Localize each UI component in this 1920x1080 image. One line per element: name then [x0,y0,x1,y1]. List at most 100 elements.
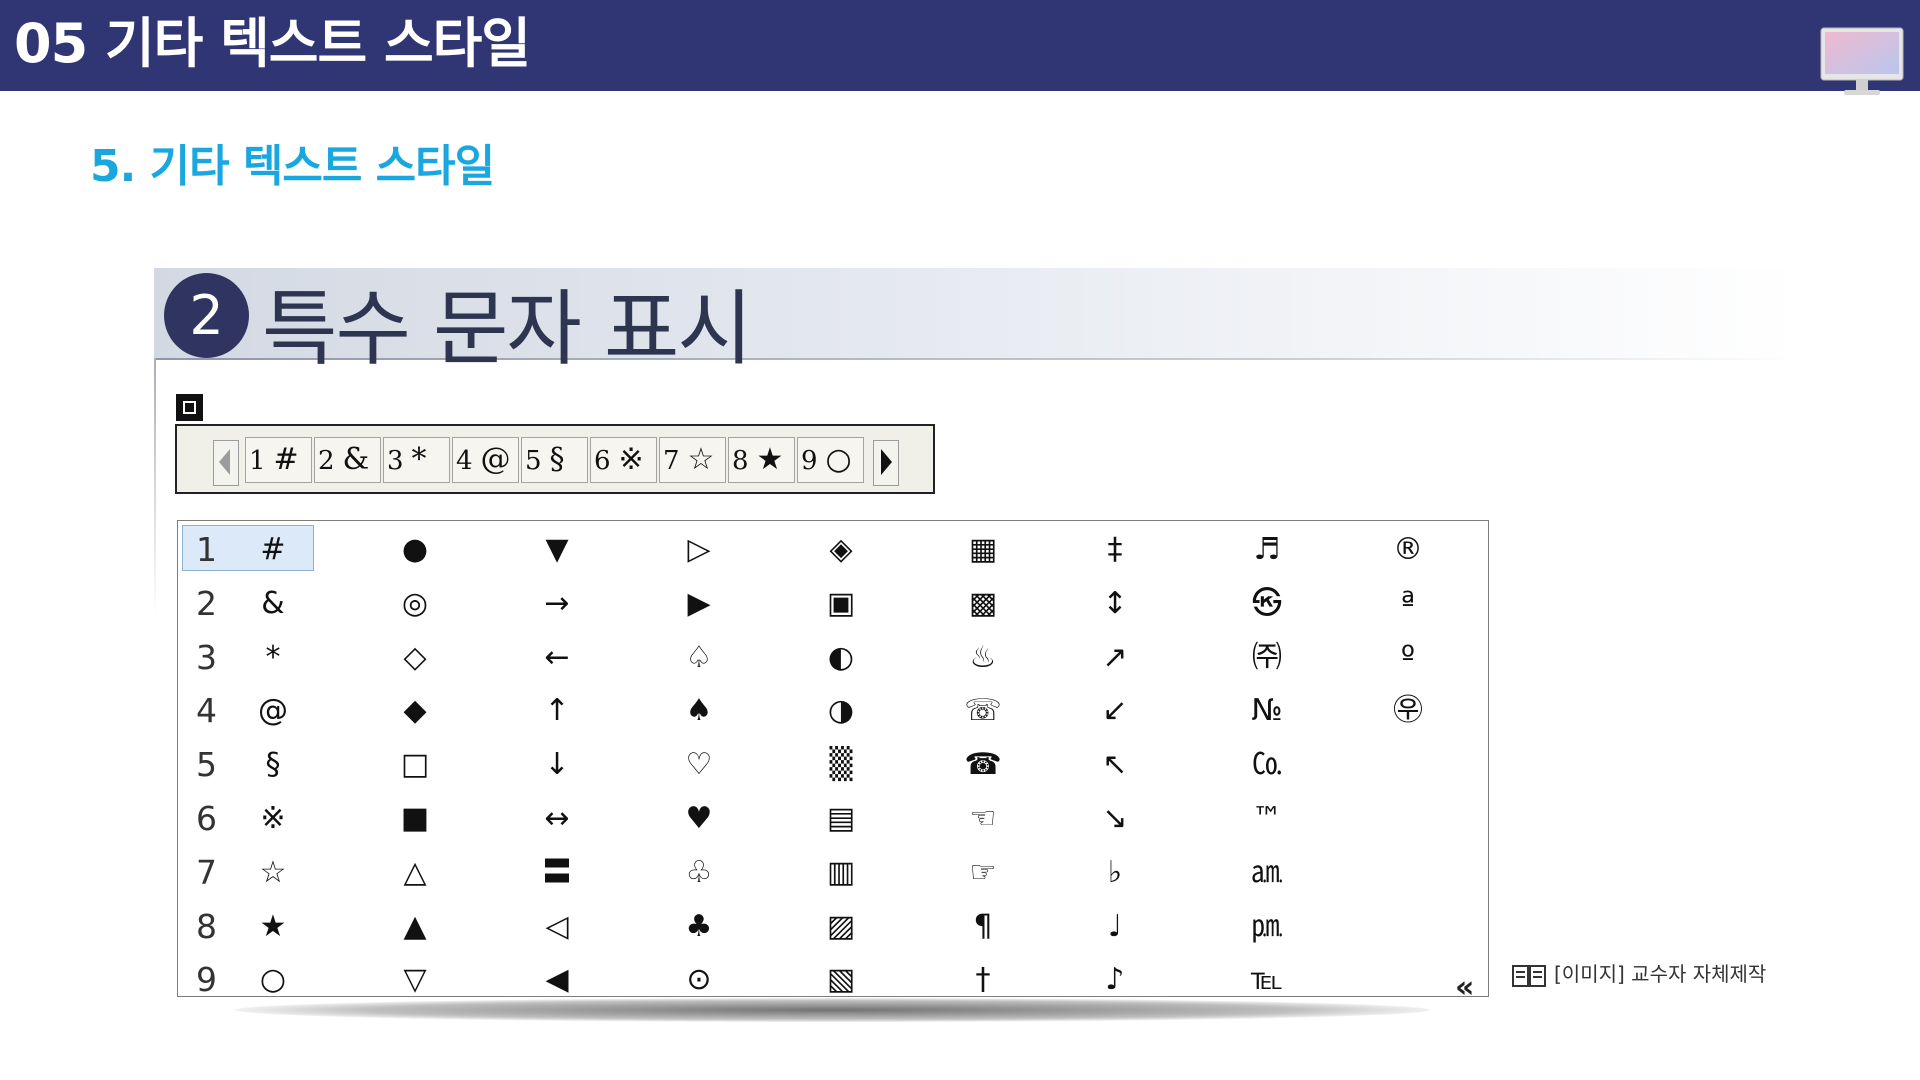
symbol-cell[interactable]: ♨ [953,638,1013,678]
symbol-cell[interactable]: ▽ [385,960,445,1000]
symbol-cell[interactable]: ☜ [953,799,1013,839]
toolbar-cell-number: 4 [456,446,473,476]
symbol-cell[interactable]: ◎ [385,584,445,624]
symbol-cell[interactable]: ▷ [669,530,729,570]
toolbar-cell-symbol: ※ [618,442,644,477]
symbol-cell[interactable]: ▶ [669,584,729,624]
symbol-cell[interactable]: ♠ [669,691,729,731]
symbol-cell[interactable]: ← [527,638,587,678]
symbol-cell[interactable]: ㉾ [1378,691,1438,731]
symbol-cell[interactable]: ㏘ [1237,907,1297,947]
symbol-cell[interactable]: ▧ [811,960,871,1000]
symbol-cell[interactable]: ♪ [1085,960,1145,1000]
symbol-cell[interactable]: ■ [385,799,445,839]
symbol-cell[interactable]: ↖ [1085,745,1145,785]
symbol-cell[interactable]: ™ [1237,799,1297,839]
toolbar-cell[interactable]: 6 ※ [590,437,657,483]
toolbar-cell[interactable]: 4 @ [452,437,519,483]
symbol-cell[interactable]: ▲ [385,907,445,947]
symbol-cell[interactable]: ☏ [953,691,1013,731]
symbol-cell[interactable]: * [243,638,303,678]
toolbar-cell[interactable]: 7 ☆ [659,437,726,483]
toolbar-cell[interactable]: 1 # [245,437,312,483]
symbol-cell[interactable]: ☆ [243,853,303,893]
symbol-cell[interactable]: ♣ [669,907,729,947]
symbol-cell[interactable]: ↔ [527,799,587,839]
toolbar-cell[interactable]: 9 ○ [797,437,864,483]
symbol-cell[interactable]: ▩ [953,584,1013,624]
toolbar-cell[interactable]: 8 ★ [728,437,795,483]
toolbar-cell[interactable]: 5 § [521,437,588,483]
symbol-cell[interactable]: ♤ [669,638,729,678]
symbol-cell[interactable]: ◑ [811,691,871,731]
symbol-cell[interactable]: ♧ [669,853,729,893]
collapse-button[interactable]: « [1455,970,1474,1005]
symbol-cell[interactable]: ↗ [1085,638,1145,678]
symbol-cell[interactable]: # [243,530,303,570]
toolbar-cell[interactable]: 3 * [383,437,450,483]
symbol-cell[interactable]: ▣ [811,584,871,624]
toolbar-cell[interactable]: 2 & [314,437,381,483]
symbol-cell[interactable]: ▤ [811,799,871,839]
symbol-cell[interactable]: ◐ [811,638,871,678]
symbol-cell[interactable]: ◁ [527,907,587,947]
symbol-cell[interactable]: ⊙ [669,960,729,1000]
symbol-cell[interactable]: † [953,960,1013,1000]
symbol-cell[interactable]: ↙ [1085,691,1145,731]
symbol-cell[interactable]: & [243,584,303,624]
symbol-cell[interactable]: ▥ [811,853,871,893]
symbol-cell[interactable]: ℡ [1237,960,1297,1000]
symbol-cell[interactable]: ♭ [1085,853,1145,893]
toolbar-cell-number: 7 [663,446,680,476]
symbol-cell[interactable]: ↑ [527,691,587,731]
symbol-cell[interactable]: ㏇ [1237,745,1297,785]
symbol-cell[interactable]: → [527,584,587,624]
symbol-cell[interactable]: @ [243,691,303,731]
row-number: 2 [196,583,217,623]
symbol-cell[interactable]: ◆ [385,691,445,731]
symbol-cell[interactable]: ▒ [811,745,871,785]
symbol-cell[interactable]: ® [1378,530,1438,570]
toolbar-cell-number: 8 [732,446,749,476]
toolbar-cell-symbol: ☆ [687,442,715,477]
symbol-cell[interactable]: № [1237,691,1297,731]
symbol-cell[interactable]: △ [385,853,445,893]
symbol-cell[interactable]: ☎ [953,745,1013,785]
divider [154,358,156,618]
symbol-cell[interactable]: ¶ [953,907,1013,947]
symbol-cell[interactable]: ♩ [1085,907,1145,947]
row-number: 1 [196,530,217,569]
left-arrow-icon[interactable] [213,440,239,486]
symbol-cell[interactable]: ª [1378,584,1438,624]
symbol-cell[interactable]: ▼ [527,530,587,570]
symbol-cell[interactable]: ↕ [1085,584,1145,624]
symbol-cell[interactable]: ● [385,530,445,570]
symbol-cell[interactable]: ◈ [811,530,871,570]
symbol-cell[interactable]: ○ [243,960,303,1000]
symbol-cell[interactable]: □ [385,745,445,785]
symbol-cell[interactable]: ▦ [953,530,1013,570]
symbol-cell[interactable]: ㈜ [1237,638,1297,678]
symbol-cell[interactable]: ♡ [669,745,729,785]
symbol-cell[interactable]: ↘ [1085,799,1145,839]
toolbar-cell-symbol: ○ [825,442,852,477]
symbol-cell[interactable]: 〓 [527,853,587,893]
symbol-cell[interactable]: ㉿ [1237,584,1297,624]
symbol-cell[interactable]: ㏂ [1237,853,1297,893]
symbol-cell[interactable]: ▨ [811,907,871,947]
symbol-cell[interactable]: § [243,745,303,785]
symbol-cell[interactable]: ↓ [527,745,587,785]
symbol-cell[interactable]: º [1378,638,1438,678]
toolbar-cell-symbol: # [273,442,299,477]
symbol-cell[interactable]: ◇ [385,638,445,678]
symbol-cell[interactable]: ♥ [669,799,729,839]
symbol-cell[interactable]: ※ [243,799,303,839]
right-arrow-icon[interactable] [873,440,899,486]
symbol-cell[interactable]: ♬ [1237,530,1297,570]
section-title: 특수 문자 표시 [262,282,753,377]
symbol-cell[interactable]: ‡ [1085,530,1145,570]
symbol-cell[interactable]: ☞ [953,853,1013,893]
symbol-cell[interactable]: ★ [243,907,303,947]
monitor-icon [1820,27,1904,95]
symbol-cell[interactable]: ◀ [527,960,587,1000]
